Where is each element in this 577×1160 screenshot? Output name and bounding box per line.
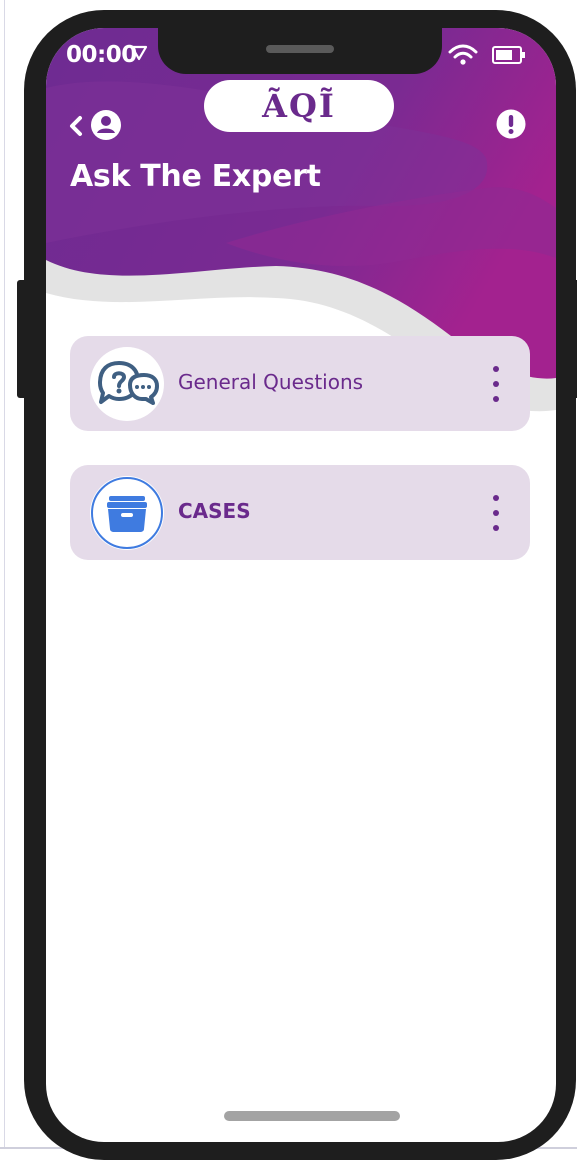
battery-icon bbox=[492, 46, 525, 64]
logo-text: ÃQĨ bbox=[262, 87, 336, 125]
app-logo: ÃQĨ bbox=[204, 80, 394, 132]
home-indicator[interactable] bbox=[224, 1111, 400, 1121]
card-icon-circle bbox=[90, 476, 164, 550]
menu-item-label: General Questions bbox=[178, 370, 364, 394]
status-time: 00:00 bbox=[66, 42, 137, 68]
menu-item-general-questions[interactable]: General Questions bbox=[70, 336, 530, 431]
menu-item-label: CASES bbox=[178, 499, 251, 523]
user-circle-icon[interactable] bbox=[90, 109, 122, 141]
signal-triangle-icon bbox=[130, 45, 148, 61]
phone-side-button-right bbox=[571, 280, 577, 398]
kebab-menu-icon[interactable] bbox=[486, 493, 506, 533]
page-left-border bbox=[4, 0, 5, 1149]
kebab-menu-icon[interactable] bbox=[486, 364, 506, 404]
phone-screen: 00:00 ÃQĨ Ask The Expert General Questio… bbox=[46, 28, 556, 1142]
archive-box-icon bbox=[91, 477, 163, 549]
card-icon-circle bbox=[90, 347, 164, 421]
menu-item-cases[interactable]: CASES bbox=[70, 465, 530, 560]
wifi-icon bbox=[448, 44, 478, 65]
question-chat-bubbles-icon bbox=[98, 361, 159, 405]
chevron-left-icon[interactable] bbox=[66, 114, 86, 138]
page-title: Ask The Expert bbox=[70, 159, 321, 194]
speaker-grille bbox=[266, 45, 334, 53]
phone-notch bbox=[158, 28, 442, 74]
exclamation-circle-icon[interactable] bbox=[496, 109, 526, 139]
